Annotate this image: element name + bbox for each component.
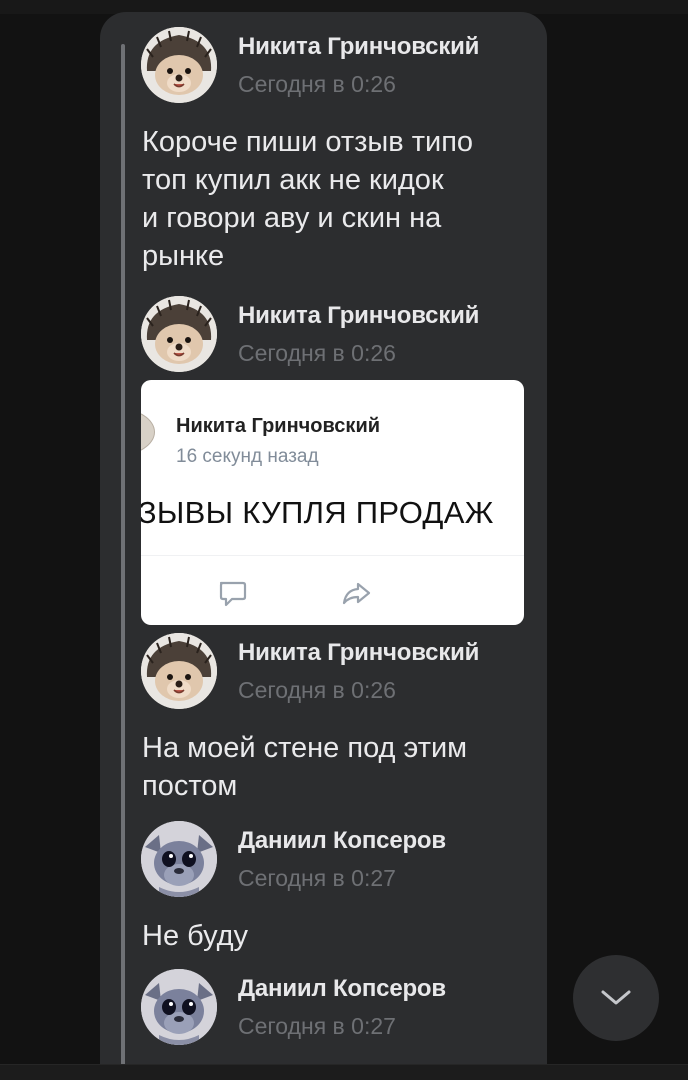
author-name[interactable]: Никита Гринчовский [238, 302, 479, 330]
post-author-name[interactable]: Никита Гринчовский [176, 415, 380, 438]
hedgehog-avatar [141, 633, 217, 709]
message-header: Никита Гринчовский Сегодня в 0:26 [141, 27, 541, 107]
author-name[interactable]: Даниил Копсеров [238, 975, 446, 1003]
share-icon[interactable] [339, 576, 373, 610]
avatar[interactable] [141, 296, 217, 372]
message-header: Даниил Копсеров Сегодня в 0:27 [141, 969, 541, 1049]
post-title: ТЗЫВЫ КУПЛЯ ПРОДАЖ [141, 495, 494, 530]
avatar[interactable] [141, 969, 217, 1045]
post-author-avatar [141, 408, 155, 456]
comment-icon[interactable] [215, 576, 249, 610]
message-header: Никита Гринчовский Сегодня в 0:26 [141, 633, 541, 713]
message-time: Сегодня в 0:27 [238, 865, 396, 891]
message-text: Короче пиши отзыв типо топ купил акк не … [142, 123, 522, 275]
avatar[interactable] [141, 633, 217, 709]
avatar[interactable] [141, 27, 217, 103]
message-line: Не буду [142, 920, 249, 952]
message-line: топ купил акк не кидок [142, 164, 444, 196]
message-line: и говори аву и скин на [142, 202, 442, 234]
scroll-to-bottom-button[interactable] [573, 955, 659, 1041]
chevron-down-icon [601, 990, 631, 1005]
post-time: 16 секунд назад [176, 446, 319, 467]
message-header: Даниил Копсеров Сегодня в 0:27 [141, 821, 541, 901]
forward-quote-bar [121, 44, 125, 1068]
author-name[interactable]: Никита Гринчовский [238, 33, 479, 61]
wall-post-attachment[interactable]: Никита Гринчовский 16 секунд назад ТЗЫВЫ… [141, 380, 524, 625]
avatar[interactable] [141, 821, 217, 897]
hedgehog-avatar [141, 27, 217, 103]
message-header: Никита Гринчовский Сегодня в 0:26 [141, 296, 541, 376]
hedgehog-avatar [141, 296, 217, 372]
message-line: рынке [142, 240, 225, 272]
author-name[interactable]: Никита Гринчовский [238, 639, 479, 667]
message-line: постом [142, 770, 238, 802]
message-line: На моей стене под этим [142, 732, 468, 764]
message-line: Короче пиши отзыв типо [142, 126, 474, 158]
stitch-avatar [141, 969, 217, 1045]
message-text: На моей стене под этим постом [142, 729, 522, 805]
author-name[interactable]: Даниил Копсеров [238, 827, 446, 855]
bottom-edge [0, 1064, 688, 1080]
message-time: Сегодня в 0:26 [238, 71, 396, 97]
divider [141, 555, 524, 556]
message-time: Сегодня в 0:27 [238, 1013, 396, 1039]
message-text: Не буду [142, 917, 522, 955]
message-time: Сегодня в 0:26 [238, 677, 396, 703]
stitch-avatar [141, 821, 217, 897]
message-time: Сегодня в 0:26 [238, 340, 396, 366]
